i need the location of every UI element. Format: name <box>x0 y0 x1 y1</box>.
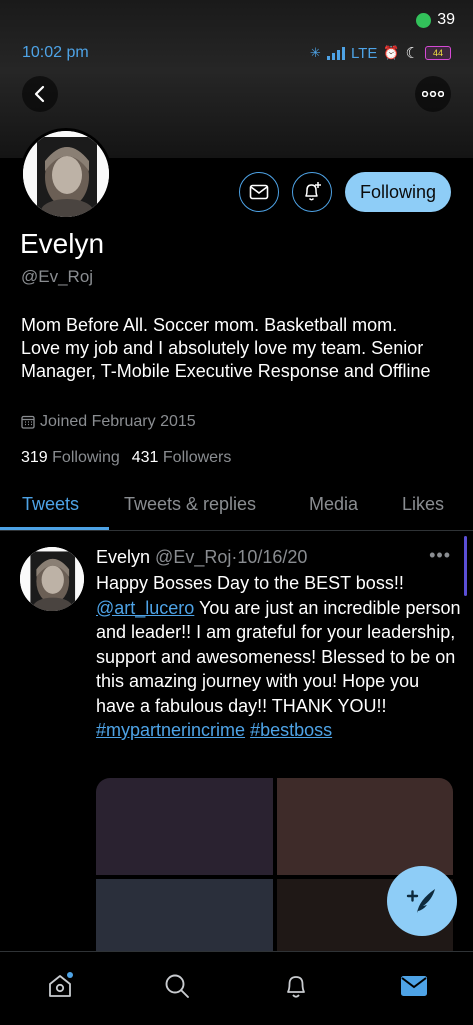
loading-icon: ✳ <box>310 45 321 60</box>
clock: 10:02 pm <box>22 44 89 61</box>
active-tab-indicator <box>0 527 109 530</box>
back-button[interactable] <box>22 76 58 112</box>
tweet-avatar[interactable] <box>20 547 84 611</box>
media-image[interactable] <box>96 778 273 875</box>
followers-label: Followers <box>162 449 232 466</box>
moon-icon: ☾ <box>405 45 419 62</box>
nav-home[interactable] <box>40 968 80 1004</box>
notify-button[interactable] <box>292 172 332 212</box>
envelope-icon <box>401 976 427 996</box>
profile-bio: Mom Before All. Soccer mom. Basketball m… <box>21 315 431 381</box>
more-options-button[interactable] <box>415 76 451 112</box>
compose-tweet-button[interactable] <box>387 866 457 936</box>
system-icons: ✳ LTE ⏰ ☾ 44 <box>310 44 451 62</box>
avatar-photo <box>23 131 109 217</box>
tab-media[interactable]: Media <box>309 494 358 515</box>
battery-level: 44 <box>432 48 443 58</box>
tweet-more-icon[interactable]: ••• <box>429 545 451 566</box>
message-button[interactable] <box>239 172 279 212</box>
profile-avatar[interactable] <box>20 128 112 220</box>
notification-counter: 39 <box>416 11 455 29</box>
tab-likes[interactable]: Likes <box>402 494 444 515</box>
profile-handle: @Ev_Roj <box>21 267 94 286</box>
chevron-left-icon <box>34 85 45 103</box>
following-label: Following <box>52 449 120 466</box>
profile-name: Evelyn <box>20 228 105 259</box>
tweet-mention[interactable]: @art_lucero <box>96 598 194 618</box>
bell-plus-icon <box>305 182 321 201</box>
bell-icon <box>287 976 305 998</box>
search-icon <box>165 974 189 998</box>
avatar-photo <box>20 547 84 611</box>
media-image[interactable] <box>276 778 453 875</box>
home-icon <box>49 972 73 997</box>
tweet-text-start: Happy Bosses Day to the BEST boss!! <box>96 573 404 593</box>
following-stat[interactable]: 319 Following <box>21 449 120 467</box>
following-button[interactable]: Following <box>345 172 451 212</box>
bottom-navigation <box>0 951 473 1025</box>
tweet-header: Evelyn @Ev_Roj·10/16/20 <box>96 547 307 568</box>
signal-icon <box>326 46 345 60</box>
nav-notifications[interactable] <box>276 968 316 1004</box>
mail-icon <box>249 184 269 200</box>
network-label: LTE <box>350 44 378 62</box>
joined-date: Joined February 2015 <box>21 413 196 431</box>
joined-label: Joined February 2015 <box>40 413 196 430</box>
calendar-icon <box>21 415 35 429</box>
tweet-author[interactable]: Evelyn <box>96 547 150 567</box>
nav-search[interactable] <box>157 968 197 1004</box>
tab-tweets[interactable]: Tweets <box>22 494 79 515</box>
following-count: 319 <box>21 449 48 466</box>
counter-value: 39 <box>437 11 455 28</box>
scroll-indicator <box>464 536 467 596</box>
tweet-body: Happy Bosses Day to the BEST boss!! @art… <box>96 571 461 743</box>
profile-tabs: Tweets Tweets & replies Media Likes <box>0 482 473 531</box>
nav-messages[interactable] <box>394 968 434 1004</box>
followers-stat[interactable]: 431 Followers <box>132 449 232 467</box>
tweet-hashtag[interactable]: #bestboss <box>250 720 332 740</box>
alarm-icon: ⏰ <box>383 45 400 60</box>
messages-icon <box>416 12 432 28</box>
tweet-date: 10/16/20 <box>237 547 308 567</box>
tab-tweets-replies[interactable]: Tweets & replies <box>124 494 256 515</box>
status-bar: 39 10:02 pm ✳ LTE ⏰ ☾ 44 <box>0 0 473 80</box>
follow-stats: 319 Following 431 Followers <box>21 449 231 467</box>
battery-icon: 44 <box>425 46 451 60</box>
tweet-hashtag[interactable]: #mypartnerincrime <box>96 720 245 740</box>
followers-count: 431 <box>131 449 159 466</box>
more-icon <box>422 91 444 97</box>
tweet-handle[interactable]: @Ev_Roj <box>155 547 231 567</box>
compose-feather-icon <box>406 889 435 913</box>
